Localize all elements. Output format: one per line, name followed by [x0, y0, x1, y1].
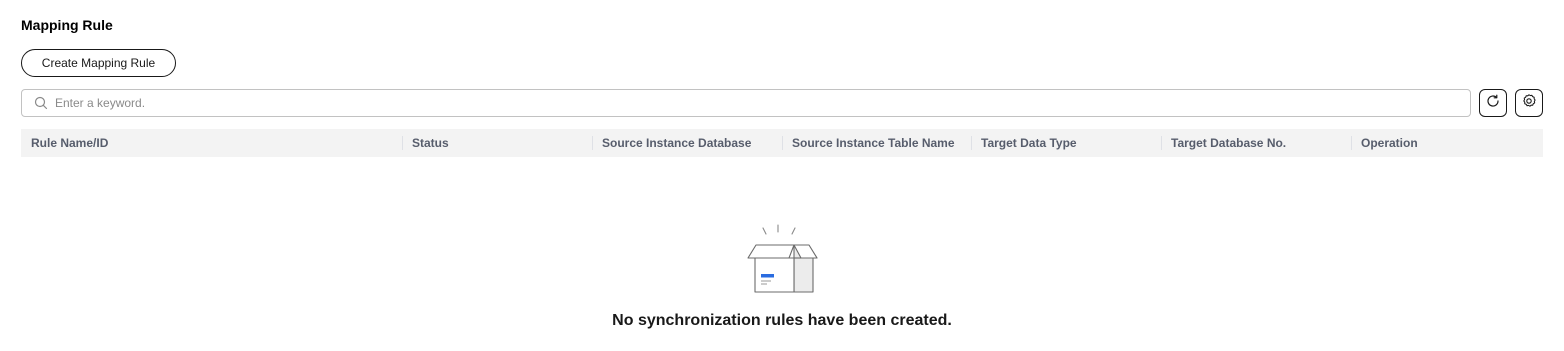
column-target-database-no: Target Database No. — [1161, 129, 1351, 157]
search-box[interactable] — [21, 89, 1471, 117]
settings-button[interactable] — [1515, 89, 1543, 117]
column-source-instance-database: Source Instance Database — [592, 129, 782, 157]
search-icon — [34, 96, 48, 110]
empty-state-message: No synchronization rules have been creat… — [612, 312, 952, 329]
section-title: Mapping Rule — [21, 17, 113, 33]
refresh-icon — [1485, 93, 1501, 114]
gear-icon — [1521, 93, 1537, 114]
mapping-rule-page: Mapping Rule Create Mapping Rule Rule — [0, 0, 1564, 351]
table-header: Rule Name/ID Status Source Instance Data… — [21, 129, 1543, 157]
empty-state: No synchronization rules have been creat… — [0, 220, 1564, 330]
refresh-button[interactable] — [1479, 89, 1507, 117]
column-rule-name: Rule Name/ID — [31, 136, 109, 150]
column-source-instance-table-name: Source Instance Table Name — [782, 129, 971, 157]
create-mapping-rule-button[interactable]: Create Mapping Rule — [21, 49, 176, 77]
search-input[interactable] — [55, 91, 1470, 115]
column-status: Status — [402, 129, 592, 157]
column-target-data-type: Target Data Type — [971, 129, 1161, 157]
column-operation: Operation — [1351, 129, 1543, 157]
empty-box-icon — [747, 224, 818, 293]
